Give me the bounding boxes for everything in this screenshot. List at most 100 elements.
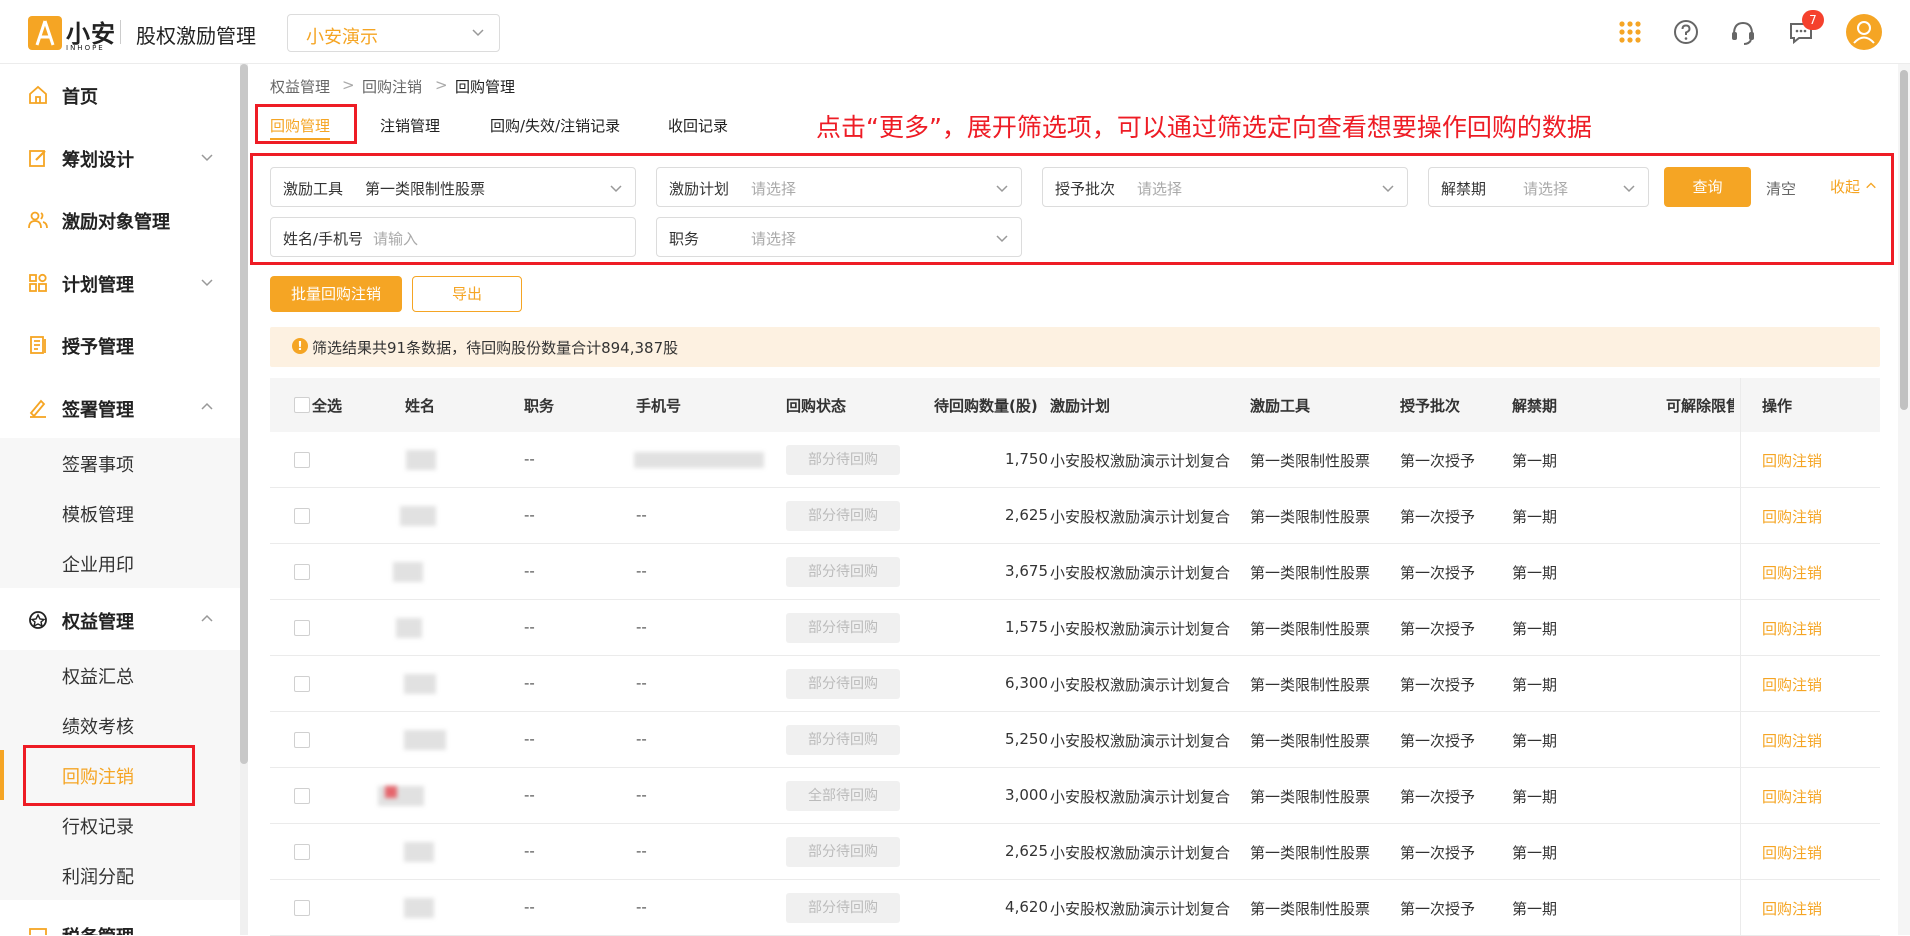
buyback-action-link[interactable]: 回购注销: [1762, 842, 1822, 863]
quantity-cell: 4,620: [878, 880, 1048, 936]
sidebar-item-label: 签署管理: [62, 400, 134, 421]
row-checkbox[interactable]: [294, 620, 310, 636]
company-select[interactable]: 小安演示: [287, 14, 500, 52]
row-checkbox[interactable]: [294, 844, 310, 860]
row-checkbox[interactable]: [294, 676, 310, 692]
tab-highlight-box: [255, 104, 357, 144]
breadcrumb-item[interactable]: 回购注销: [362, 76, 422, 97]
batch-buyback-button[interactable]: 批量回购注销: [270, 276, 402, 312]
sidebar-scrollbar-thumb[interactable]: [240, 64, 248, 764]
column-header: 回购状态: [786, 397, 847, 415]
sidebar-item-label: 授予管理: [62, 337, 134, 358]
sidebar-subitem-templates[interactable]: 模板管理: [0, 488, 240, 538]
sidebar-subitem-exercise[interactable]: 行权记录: [0, 800, 240, 850]
row-checkbox[interactable]: [294, 508, 310, 524]
buyback-action-link[interactable]: 回购注销: [1762, 450, 1822, 471]
sidebar-item-plan[interactable]: 计划管理: [0, 258, 240, 308]
name-redacted: [404, 842, 434, 862]
quantity-value: 4,620: [1005, 898, 1048, 916]
buyback-action-link[interactable]: 回购注销: [1762, 618, 1822, 639]
phone-cell: --: [636, 618, 647, 636]
table-row: -- -- 部分待回购 1,575 小安股权激励演示计划复合 第一类限制性股票 第一次授予第…: [270, 600, 1880, 656]
tool-cell: 第一类限制性股票: [1250, 564, 1371, 582]
tab-records[interactable]: 回购/失效/注销记录: [490, 115, 620, 136]
sidebar-item-signing[interactable]: 签署管理: [0, 383, 240, 433]
table-row: -- -- 部分待回购 3,675 小安股权激励演示计划复合 第一类限制性股票 第一次授予第…: [270, 544, 1880, 600]
sidebar-item-label: 计划管理: [62, 275, 134, 296]
sidebar-item-tax[interactable]: 税务管理: [0, 910, 240, 935]
column-header: 激励计划: [1050, 397, 1111, 415]
quantity-cell: 1,750: [878, 432, 1048, 488]
logo-divider: [120, 20, 121, 44]
column-header: 姓名: [405, 397, 436, 415]
quantity-cell: 6,300: [878, 656, 1048, 712]
sidebar-item-label: 税务管理: [62, 923, 134, 935]
select-all-checkbox[interactable]: [294, 397, 310, 413]
breadcrumb-separator: >: [435, 76, 448, 94]
chevron-down-icon: [201, 154, 213, 162]
sidebar-subitem-label: 利润分配: [62, 867, 134, 888]
tool-cell: 第一类限制性股票: [1250, 452, 1371, 470]
period-cell: 第一期: [1512, 844, 1558, 862]
batch-cell: 第一次授予: [1400, 676, 1476, 694]
user-avatar-icon[interactable]: [1846, 14, 1882, 50]
row-checkbox[interactable]: [294, 732, 310, 748]
quantity-value: 1,575: [1005, 618, 1048, 636]
buyback-action-link[interactable]: 回购注销: [1762, 730, 1822, 751]
sidebar-subitem-performance[interactable]: 绩效考核: [0, 700, 240, 750]
buyback-action-link[interactable]: 回购注销: [1762, 506, 1822, 527]
sidebar-subitem-label: 签署事项: [62, 455, 134, 476]
position-cell: --: [524, 450, 535, 468]
buyback-action-link[interactable]: 回购注销: [1762, 898, 1822, 919]
phone-cell: --: [636, 730, 647, 748]
position-cell: --: [524, 618, 535, 636]
sidebar-item-participants[interactable]: 激励对象管理: [0, 195, 240, 245]
sidebar-subitem-sign-matters[interactable]: 签署事项: [0, 438, 240, 488]
home-icon: [29, 85, 47, 104]
table-row: -- -- 部分待回购 2,625 小安股权激励演示计划复合 第一类限制性股票 第一次授予第…: [270, 824, 1880, 880]
period-cell: 第一期: [1512, 900, 1558, 918]
sidebar-item-equity[interactable]: 权益管理: [0, 595, 240, 645]
row-checkbox[interactable]: [294, 564, 310, 580]
row-checkbox[interactable]: [294, 452, 310, 468]
buyback-action-link[interactable]: 回购注销: [1762, 562, 1822, 583]
batch-cell: 第一次授予: [1400, 844, 1476, 862]
edit-icon: [29, 150, 46, 167]
help-icon[interactable]: [1672, 18, 1700, 46]
period-cell: 第一期: [1512, 732, 1558, 750]
plan-cell: 小安股权激励演示计划复合: [1050, 564, 1231, 582]
apps-grid-icon[interactable]: [1616, 18, 1644, 46]
tab-cancellation-management[interactable]: 注销管理: [380, 115, 440, 136]
sidebar-item-label: 权益管理: [62, 612, 134, 633]
buyback-action-link[interactable]: 回购注销: [1762, 786, 1822, 807]
sidebar-subitem-company-seal[interactable]: 企业用印: [0, 538, 240, 588]
position-cell: --: [524, 786, 535, 804]
app-title: 股权激励管理: [136, 24, 256, 48]
sidebar-item-label: 激励对象管理: [62, 212, 170, 233]
customer-service-icon[interactable]: [1729, 18, 1757, 46]
quantity-cell: 5,250: [878, 712, 1048, 768]
tool-cell: 第一类限制性股票: [1250, 900, 1371, 918]
breadcrumb-item[interactable]: 权益管理: [270, 76, 330, 97]
tab-recovery-records[interactable]: 收回记录: [668, 115, 728, 136]
sidebar-subitem-profit[interactable]: 利润分配: [0, 850, 240, 900]
plan-cell: 小安股权激励演示计划复合: [1050, 900, 1231, 918]
position-cell: --: [524, 730, 535, 748]
chevron-down-icon: [201, 279, 213, 287]
sidebar-item-grant[interactable]: 授予管理: [0, 320, 240, 370]
sidebar-subitem-equity-summary[interactable]: 权益汇总: [0, 650, 240, 700]
column-header: 待回购数量(股): [934, 397, 1038, 415]
active-indicator: [0, 750, 4, 800]
column-header: 职务: [524, 397, 555, 415]
buyback-action-link[interactable]: 回购注销: [1762, 674, 1822, 695]
sidebar-item-planning[interactable]: 筹划设计: [0, 133, 240, 183]
column-header: 激励工具: [1250, 397, 1311, 415]
tool-cell: 第一类限制性股票: [1250, 844, 1371, 862]
row-checkbox[interactable]: [294, 900, 310, 916]
sidebar-item-home[interactable]: 首页: [0, 70, 240, 120]
export-button[interactable]: 导出: [412, 276, 522, 312]
tax-icon: [29, 928, 47, 935]
row-checkbox[interactable]: [294, 788, 310, 804]
column-header: 操作: [1762, 397, 1793, 415]
page-scrollbar-thumb[interactable]: [1900, 70, 1908, 410]
